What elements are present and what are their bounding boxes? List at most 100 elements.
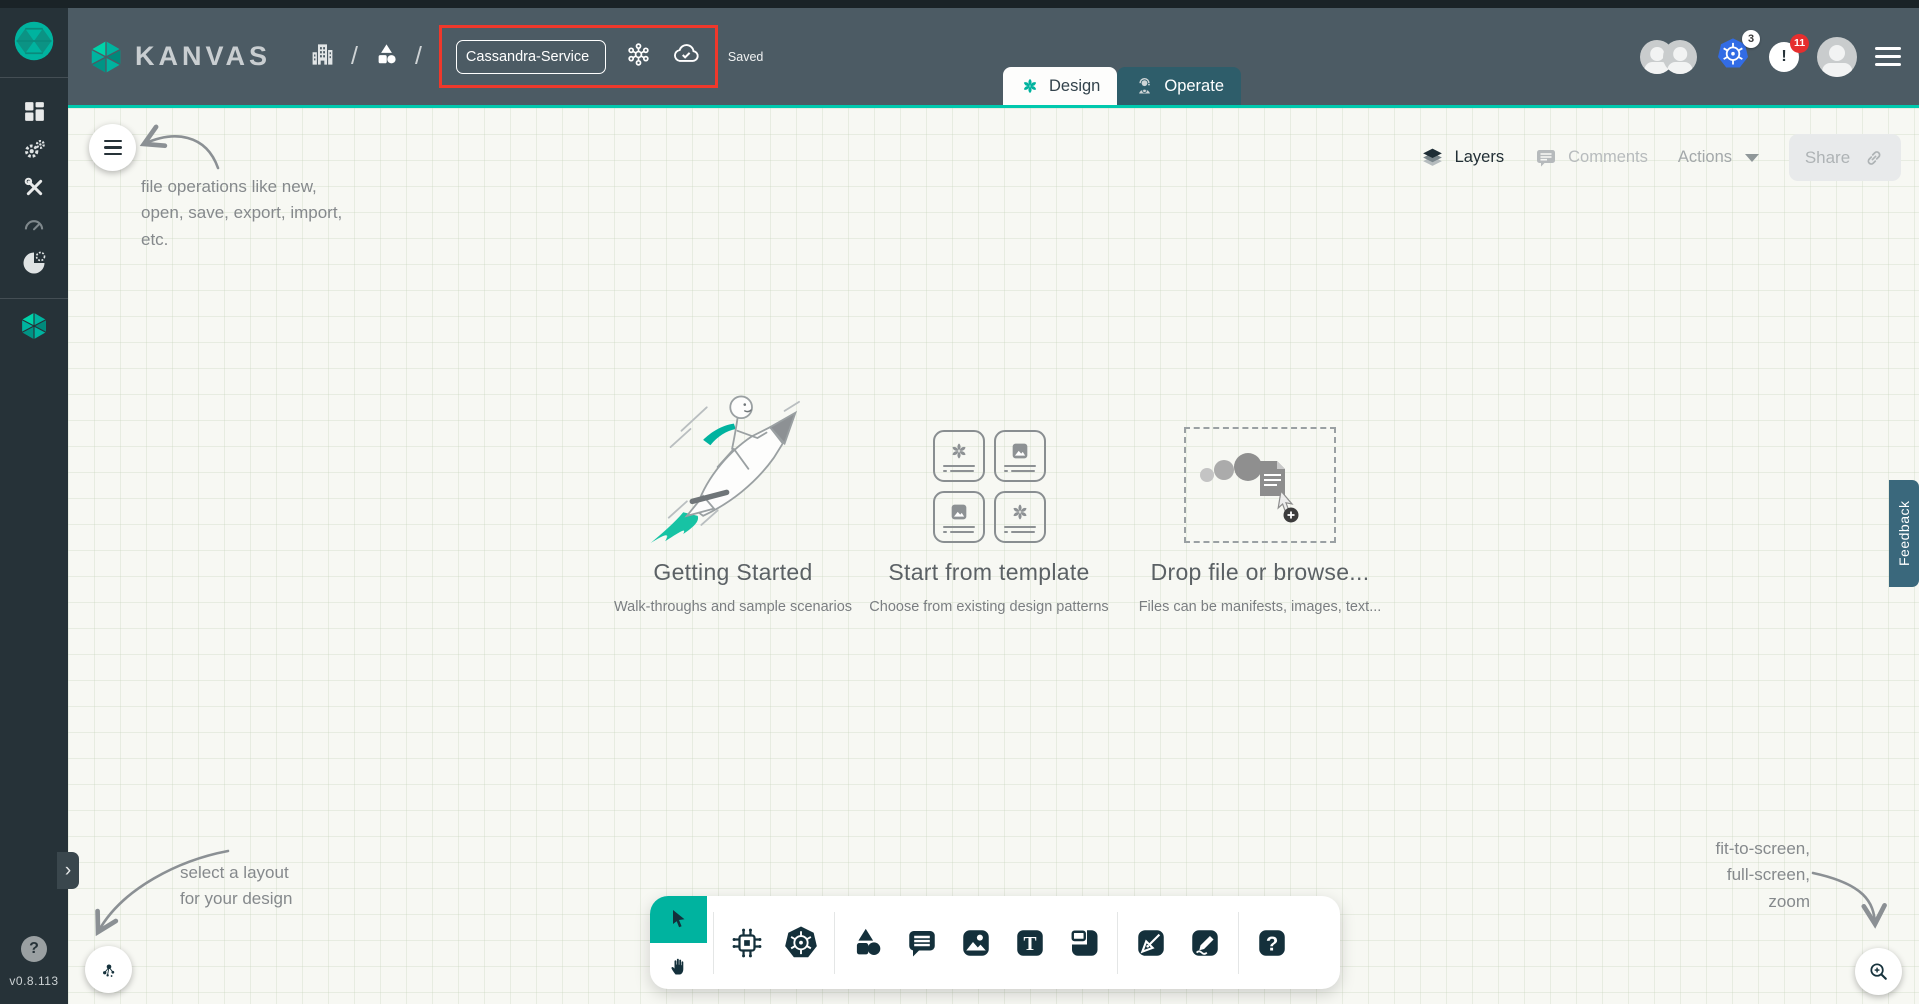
file-menu-button[interactable]	[89, 124, 136, 171]
zoom-controls-button[interactable]	[1855, 948, 1902, 995]
breadcrumb-separator: /	[414, 42, 422, 70]
card-title: Getting Started	[653, 559, 813, 585]
components-tool[interactable]	[723, 912, 771, 974]
pattern-flower-icon	[1012, 504, 1027, 520]
arrow-to-zoom	[1811, 871, 1887, 929]
image-icon	[951, 504, 966, 519]
design-nodes-icon[interactable]	[625, 41, 652, 73]
file-ops-annotation: file operations like new, open, save, ex…	[141, 177, 343, 249]
collaborator-avatars[interactable]	[1640, 39, 1697, 74]
card-title: Start from template	[888, 559, 1090, 585]
comments-icon	[1537, 149, 1556, 167]
sidebar-item-toolkit[interactable]	[13, 168, 55, 206]
text-icon: T	[1017, 929, 1043, 956]
helm-chart-icon	[23, 251, 46, 274]
comment-tool[interactable]	[898, 912, 946, 974]
template-thumb	[932, 491, 985, 543]
layer5-logo-icon[interactable]	[13, 20, 55, 67]
pen-tool[interactable]	[1127, 912, 1175, 974]
notifications-button[interactable]: ! 11	[1769, 33, 1809, 72]
sidebar-item-kanvas[interactable]	[13, 307, 55, 345]
link-icon	[1867, 150, 1881, 165]
sidebar-nav	[13, 92, 55, 282]
help-glyph: ?	[29, 940, 39, 957]
shapes-icon	[856, 928, 881, 955]
design-flower-icon	[1023, 79, 1037, 93]
canvas-top-controls: Layers Comments Actions Share	[1420, 134, 1901, 181]
zoom-annotation: fit-to-screen, full-screen, zoom	[1715, 839, 1810, 911]
drop-file-card[interactable]: Drop file or browse... Files can be mani…	[1120, 391, 1400, 615]
sketch-tool[interactable]	[1181, 912, 1229, 974]
saved-status: Saved	[727, 49, 764, 64]
rocket-doodle	[608, 391, 858, 543]
design-name-input[interactable]	[455, 39, 606, 74]
toolbar-divider	[713, 911, 714, 974]
comments-label: Comments	[1568, 148, 1648, 166]
gauge-icon	[24, 220, 44, 231]
layout-selector-button[interactable]	[85, 946, 132, 993]
start-from-template-card[interactable]: Start from template Choose from existing…	[862, 391, 1117, 615]
brand-name: KANVAS	[135, 41, 272, 71]
template-thumb	[993, 430, 1046, 482]
tab-operate[interactable]: Operate	[1117, 67, 1241, 105]
layers-toggle[interactable]: Layers	[1420, 145, 1505, 170]
comments-toggle[interactable]: Comments	[1534, 146, 1648, 170]
frame-icon	[1071, 929, 1098, 956]
frame-tool[interactable]	[1060, 912, 1108, 974]
template-grid	[862, 391, 1117, 543]
sidebar-item-dashboard[interactable]	[13, 92, 55, 130]
workspace-shapes-icon[interactable]	[373, 41, 400, 73]
welcome-cards: Getting Started Walk-throughs and sample…	[608, 391, 1400, 615]
actions-dropdown[interactable]: Actions	[1678, 148, 1759, 167]
layout-annotation: select a layout for your design	[180, 863, 293, 909]
sidebar-divider	[0, 77, 68, 78]
zoom-in-icon	[1870, 963, 1887, 980]
app-menu-button[interactable]	[1875, 47, 1901, 66]
header: KANVAS / / Cassandra-Service Saved Desig…	[68, 8, 1919, 105]
tab-design-label: Design	[1049, 76, 1101, 95]
feedback-button[interactable]: Feedback	[1889, 480, 1919, 587]
drop-zone[interactable]	[1184, 427, 1336, 543]
kanvas-logo-icon	[91, 40, 121, 73]
chevron-down-icon	[1745, 153, 1759, 162]
getting-started-card[interactable]: Getting Started Walk-throughs and sample…	[608, 391, 858, 615]
header-right-cluster: 3 ! 11	[1640, 30, 1919, 77]
kubernetes-tool[interactable]	[777, 912, 825, 974]
image-tool[interactable]	[952, 912, 1000, 974]
text-tool[interactable]: T	[1006, 912, 1054, 974]
card-subtitle: Walk-throughs and sample scenarios	[613, 599, 853, 615]
help-tool[interactable]: ?	[1248, 912, 1296, 974]
card-subtitle: Choose from existing design patterns	[869, 599, 1109, 615]
sidebar-expand-button[interactable]: ›	[57, 852, 79, 889]
pan-tool[interactable]	[650, 943, 707, 990]
sidebar-item-performance[interactable]	[13, 206, 55, 244]
shapes-tool[interactable]	[844, 912, 892, 974]
gears-icon	[24, 139, 45, 158]
kubernetes-icon	[785, 926, 817, 957]
svg-text:?: ?	[1266, 933, 1278, 955]
user-avatar[interactable]	[1817, 36, 1857, 77]
pen-icon	[1138, 929, 1164, 956]
organization-icon[interactable]	[309, 41, 336, 73]
card-subtitle: Files can be manifests, images, text...	[1138, 599, 1382, 615]
pencil-icon	[1192, 929, 1218, 956]
dock-toolbar: T ?	[650, 896, 1340, 989]
tab-design[interactable]: Design	[1003, 67, 1118, 105]
dashboard-icon	[24, 101, 44, 121]
arrow-to-menu	[139, 124, 220, 170]
hamburger-icon	[1875, 47, 1901, 50]
sidebar-item-extensions[interactable]	[13, 244, 55, 282]
brand[interactable]: KANVAS	[88, 39, 271, 75]
template-thumb	[932, 430, 985, 482]
design-canvas[interactable]: file operations like new, open, save, ex…	[68, 105, 1919, 1004]
cloud-saved-icon[interactable]	[671, 39, 701, 74]
card-title: Drop file or browse...	[1150, 559, 1370, 585]
sidebar-item-settings[interactable]	[13, 130, 55, 168]
select-tool[interactable]	[650, 896, 707, 943]
k8s-context-button[interactable]: 3	[1715, 30, 1760, 77]
help-button[interactable]: ?	[21, 936, 47, 962]
share-button[interactable]: Share	[1789, 134, 1901, 181]
image-icon	[963, 929, 989, 956]
layers-label: Layers	[1454, 148, 1505, 166]
template-thumb	[993, 491, 1046, 543]
